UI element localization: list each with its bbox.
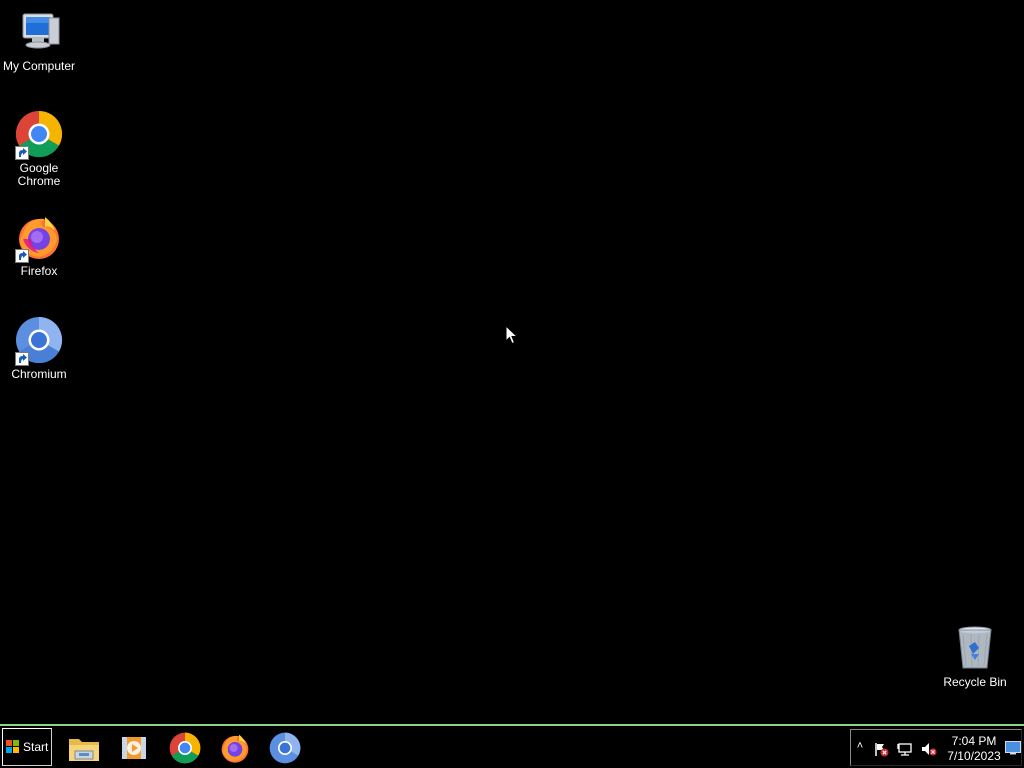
clock-date: 7/10/2023: [947, 749, 1001, 763]
shortcut-arrow-icon: [15, 352, 29, 366]
action-center-flag-icon[interactable]: [873, 741, 889, 757]
start-label: Start: [23, 740, 49, 754]
chromium-icon: [15, 316, 63, 366]
taskbar: Start ˄ 7:04 PM 7/10/2023: [0, 724, 1024, 768]
desktop-icon-recycle-bin[interactable]: Recycle Bin: [936, 624, 1014, 689]
taskbar-explorer-button[interactable]: [66, 730, 102, 766]
media-player-icon: [122, 737, 146, 759]
taskbar-media-player-button[interactable]: [116, 730, 152, 766]
volume-muted-icon[interactable]: [921, 741, 937, 757]
notification-area: ˄ 7:04 PM 7/10/2023: [850, 729, 1022, 766]
show-desktop-icon[interactable]: [1005, 741, 1021, 755]
taskbar-firefox-button[interactable]: [217, 730, 253, 766]
firefox-icon: [15, 213, 63, 263]
desktop-icon-label: Firefox: [20, 264, 58, 278]
desktop-icon-label: Google Chrome: [17, 161, 61, 188]
shortcut-arrow-icon: [15, 249, 29, 263]
windows-logo-icon: [6, 740, 19, 753]
taskbar-chrome-button[interactable]: [167, 730, 203, 766]
shortcut-arrow-icon: [15, 146, 29, 160]
desktop-icon-label: Chromium: [11, 367, 67, 381]
network-icon[interactable]: [897, 741, 913, 757]
desktop-icon-label: My Computer: [2, 59, 76, 73]
chrome-icon: [169, 732, 201, 764]
desktop-icon-firefox[interactable]: Firefox: [0, 213, 78, 278]
clock-time: 7:04 PM: [951, 734, 997, 748]
desktop-icon-chromium[interactable]: Chromium: [0, 316, 78, 381]
desktop[interactable]: My Computer Google Chrome Firefox Chromi…: [0, 0, 1024, 724]
recycle-bin-icon: [951, 624, 999, 672]
desktop-icon-label: Recycle Bin: [943, 675, 1007, 689]
clock[interactable]: 7:04 PM 7/10/2023: [943, 734, 1005, 764]
chrome-icon: [15, 110, 63, 160]
start-button[interactable]: Start: [2, 728, 52, 766]
taskbar-chromium-button[interactable]: [267, 730, 303, 766]
firefox-icon: [221, 734, 249, 763]
chromium-icon: [269, 732, 301, 764]
desktop-icon-my-computer[interactable]: My Computer: [0, 8, 78, 73]
show-hidden-icons-chevron-icon[interactable]: ˄: [855, 739, 865, 753]
computer-icon: [15, 8, 63, 56]
mouse-pointer-icon: [505, 325, 519, 345]
desktop-icon-google-chrome[interactable]: Google Chrome: [0, 110, 78, 188]
folder-icon: [69, 739, 99, 761]
